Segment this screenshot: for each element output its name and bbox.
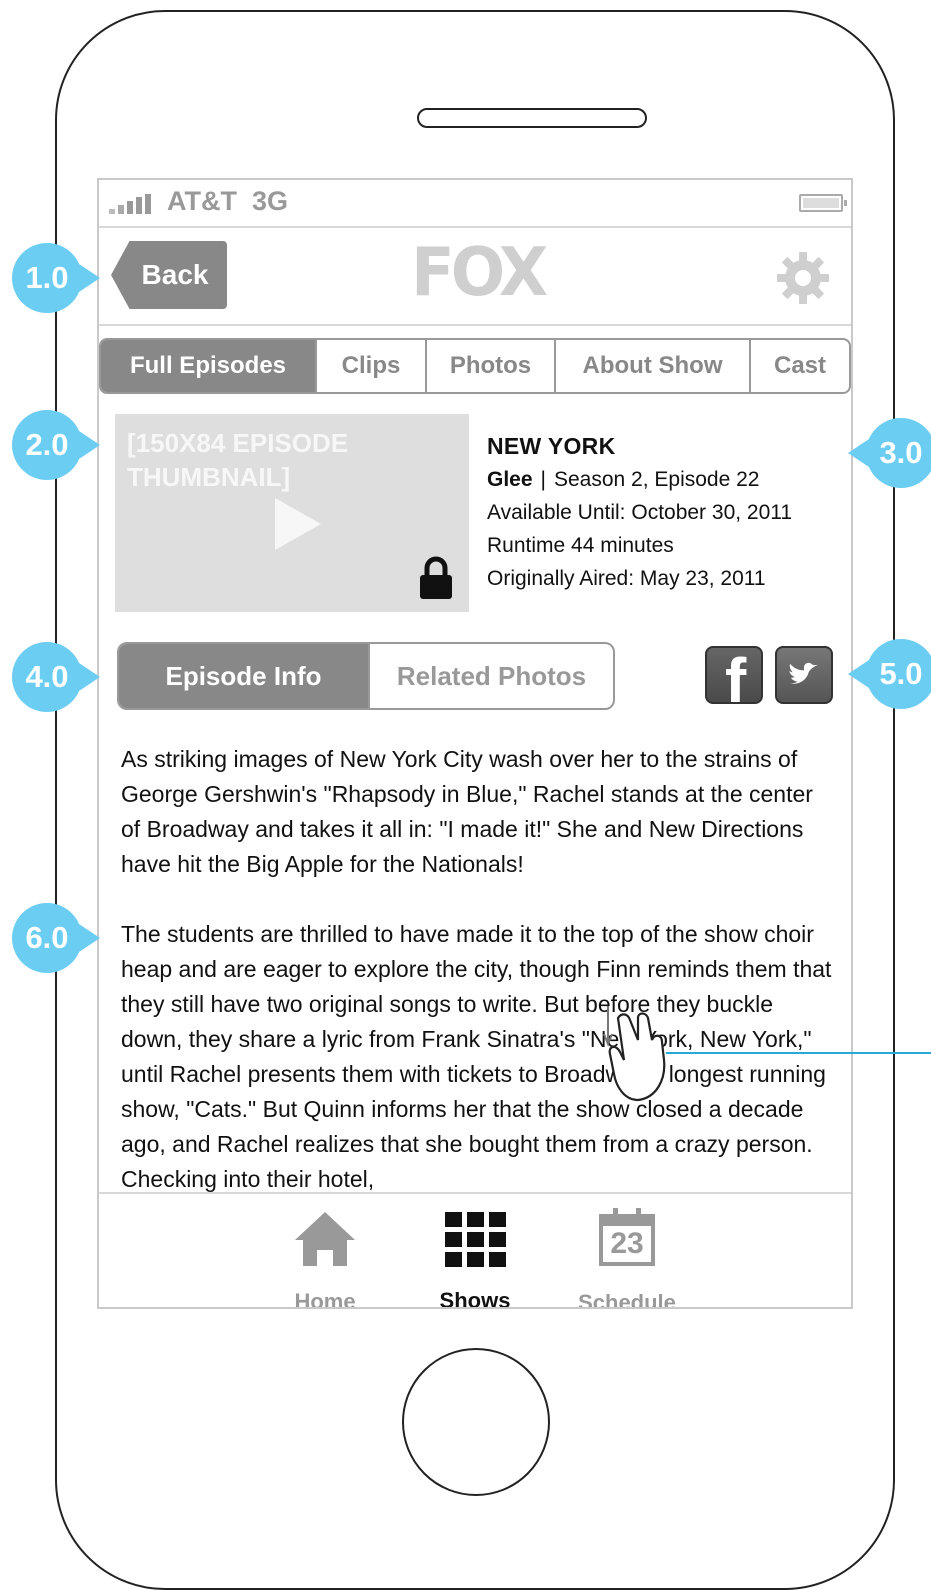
segment-episode-info[interactable]: Episode Info [119, 644, 368, 708]
available-until: Available Until: October 30, 2011 [487, 501, 793, 524]
carrier-label: AT&T 3G [167, 186, 288, 217]
gear-icon[interactable] [775, 250, 831, 306]
calendar-day: 23 [610, 1227, 644, 1260]
callout-6: 6.0 [12, 903, 100, 973]
play-icon[interactable] [275, 498, 321, 550]
tab-full-episodes[interactable]: Full Episodes [101, 340, 317, 392]
tab-clips[interactable]: Clips [317, 340, 427, 392]
bottom-tab-bar: Home Shows 23 Schedule [99, 1192, 851, 1309]
nav-bar: Back FOX [99, 228, 851, 326]
episode-metadata: NEW YORK Glee | Season 2, Episode 22 Avail… [487, 430, 847, 595]
callout-4: 4.0 [12, 642, 100, 712]
bottom-tab-shows[interactable]: Shows [415, 1208, 535, 1309]
bottom-tab-schedule[interactable]: 23 Schedule [567, 1208, 687, 1309]
annotation-line [666, 1052, 931, 1054]
callout-2: 2.0 [12, 410, 100, 480]
schedule-tab-label: Schedule [578, 1290, 676, 1309]
bottom-tab-home[interactable]: Home [265, 1208, 385, 1309]
back-button[interactable]: Back [111, 241, 227, 309]
app-screen: AT&T 3G Back FOX Full Episodes Clips Pho… [97, 178, 853, 1309]
signal-icon [109, 194, 155, 214]
lock-icon [420, 556, 452, 599]
episode-thumbnail[interactable]: [150X84 EPISODE THUMBNAIL] [115, 414, 469, 612]
hand-scroll-icon [603, 1006, 666, 1102]
description-paragraph-2: The students are thrilled to have made i… [121, 921, 832, 1192]
episode-show-line: Glee | Season 2, Episode 22 [487, 463, 847, 496]
home-hardware-button[interactable] [402, 1348, 550, 1496]
callout-1: 1.0 [12, 243, 100, 313]
callout-3: 3.0 [848, 418, 931, 488]
description-paragraph-1: As striking images of New York City wash… [121, 746, 813, 877]
segment-related-photos[interactable]: Related Photos [367, 644, 613, 708]
info-segmented-control: Episode Info Related Photos [117, 642, 615, 710]
callout-5: 5.0 [848, 639, 931, 709]
battery-icon [799, 194, 847, 212]
shows-grid-icon [443, 1212, 507, 1274]
carrier-name: AT&T [167, 186, 237, 216]
tab-cast[interactable]: Cast [751, 340, 849, 392]
home-icon [295, 1212, 355, 1266]
shows-tab-label: Shows [439, 1288, 511, 1309]
tab-about-show[interactable]: About Show [556, 340, 751, 392]
twitter-icon[interactable] [775, 646, 833, 704]
episode-title: NEW YORK [487, 433, 616, 459]
calendar-icon: 23 [595, 1208, 659, 1276]
original-air-date: Originally Aired: May 23, 2011 [487, 567, 766, 590]
fox-logo: FOX [411, 234, 548, 312]
tab-photos[interactable]: Photos [427, 340, 556, 392]
season-episode: Season 2, Episode 22 [554, 468, 760, 491]
show-name: Glee [487, 468, 533, 491]
network-type: 3G [252, 186, 289, 216]
speaker-slot [417, 108, 647, 128]
status-bar: AT&T 3G [99, 180, 851, 228]
episode-description: As striking images of New York City wash… [121, 742, 837, 1232]
content-tabs: Full Episodes Clips Photos About Show Ca… [99, 338, 851, 394]
thumbnail-placeholder-label: [150X84 EPISODE THUMBNAIL] [127, 428, 349, 492]
home-tab-label: Home [294, 1289, 356, 1309]
facebook-icon[interactable]: f [705, 646, 763, 704]
separator: | [540, 468, 546, 491]
runtime: Runtime 44 minutes [487, 534, 674, 557]
